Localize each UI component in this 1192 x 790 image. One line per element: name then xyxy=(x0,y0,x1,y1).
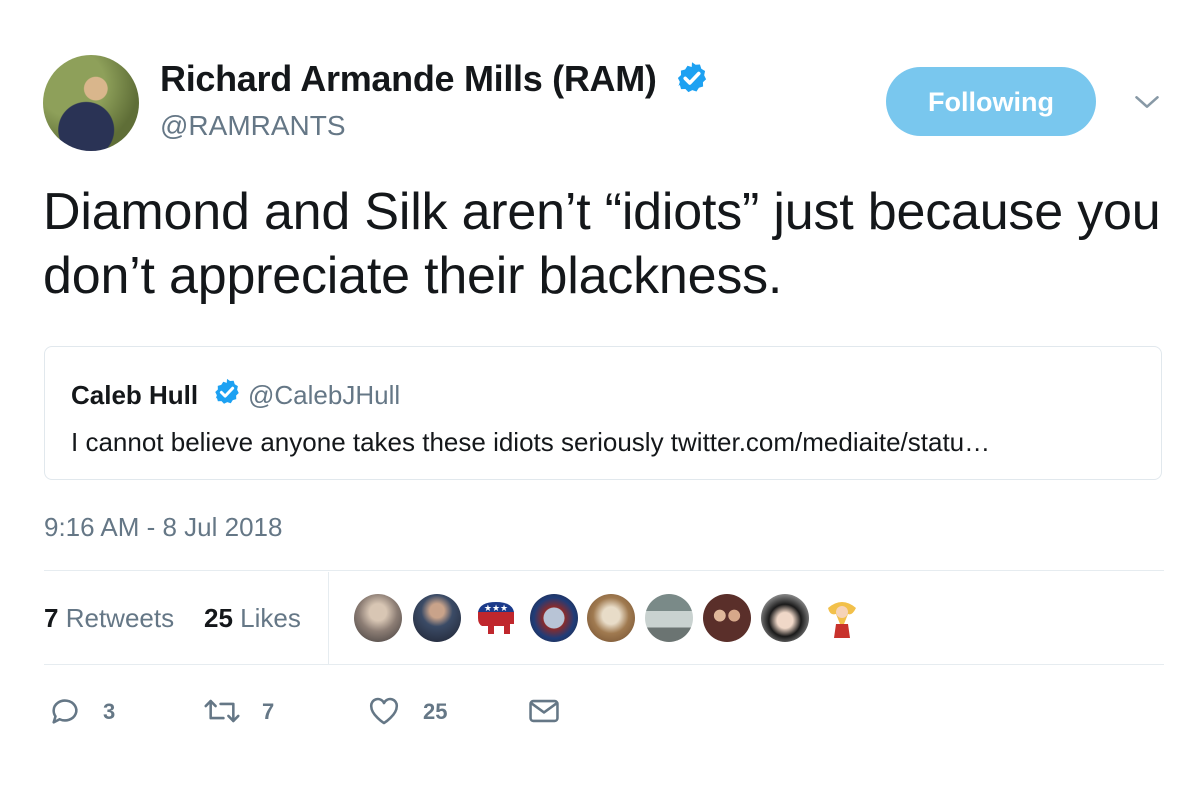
liker-avatar[interactable] xyxy=(703,594,751,642)
liker-avatar[interactable] xyxy=(413,594,461,642)
author-handle[interactable]: @RAMRANTS xyxy=(160,110,346,142)
liker-avatar[interactable] xyxy=(354,594,402,642)
retweets-count: 7 xyxy=(44,603,59,633)
gop-elephant-icon: ★★★ xyxy=(478,602,514,634)
retweet-icon[interactable] xyxy=(202,694,242,728)
following-button[interactable]: Following xyxy=(886,67,1096,136)
liker-avatar[interactable] xyxy=(645,594,693,642)
quoted-author-name: Caleb Hull xyxy=(71,380,199,410)
reply-icon[interactable] xyxy=(48,694,82,728)
liker-avatar[interactable]: ★★★ xyxy=(472,594,520,642)
author-name[interactable]: Richard Armande Mills (RAM) xyxy=(160,58,657,100)
verified-badge-icon xyxy=(215,378,239,404)
liker-avatar[interactable] xyxy=(761,594,809,642)
reply-count: 3 xyxy=(103,699,116,724)
liker-avatar[interactable] xyxy=(530,594,578,642)
envelope-icon[interactable] xyxy=(527,694,561,728)
author-avatar[interactable] xyxy=(43,55,139,151)
tweet-timestamp[interactable]: 9:16 AM - 8 Jul 2018 xyxy=(44,512,282,543)
chevron-down-icon[interactable] xyxy=(1133,88,1161,116)
divider xyxy=(44,664,1164,665)
svg-text:★★★: ★★★ xyxy=(484,604,508,614)
retweets-stat[interactable]: 7 Retweets xyxy=(44,603,174,634)
heart-icon[interactable] xyxy=(366,694,402,728)
likes-count: 25 xyxy=(204,603,233,633)
retweets-label: Retweets xyxy=(65,603,175,633)
liker-avatar[interactable] xyxy=(587,594,635,642)
likes-stat[interactable]: 25 Likes xyxy=(204,603,301,634)
quoted-tweet-text: I cannot believe anyone takes these idio… xyxy=(71,427,991,457)
divider xyxy=(44,570,1164,571)
quoted-author-handle: @CalebJHull xyxy=(248,380,401,410)
like-count: 25 xyxy=(423,699,448,724)
stats-separator xyxy=(328,572,329,664)
retweet-count: 7 xyxy=(262,699,275,724)
quoted-tweet[interactable]: Caleb Hull @CalebJHull I cannot believe … xyxy=(44,346,1162,480)
cartoon-avatar-icon xyxy=(828,602,856,638)
likes-label: Likes xyxy=(240,603,301,633)
tweet-text: Diamond and Silk aren’t “idiots” just be… xyxy=(43,183,1161,305)
liker-avatar[interactable] xyxy=(818,594,866,642)
verified-badge-icon xyxy=(677,62,707,93)
